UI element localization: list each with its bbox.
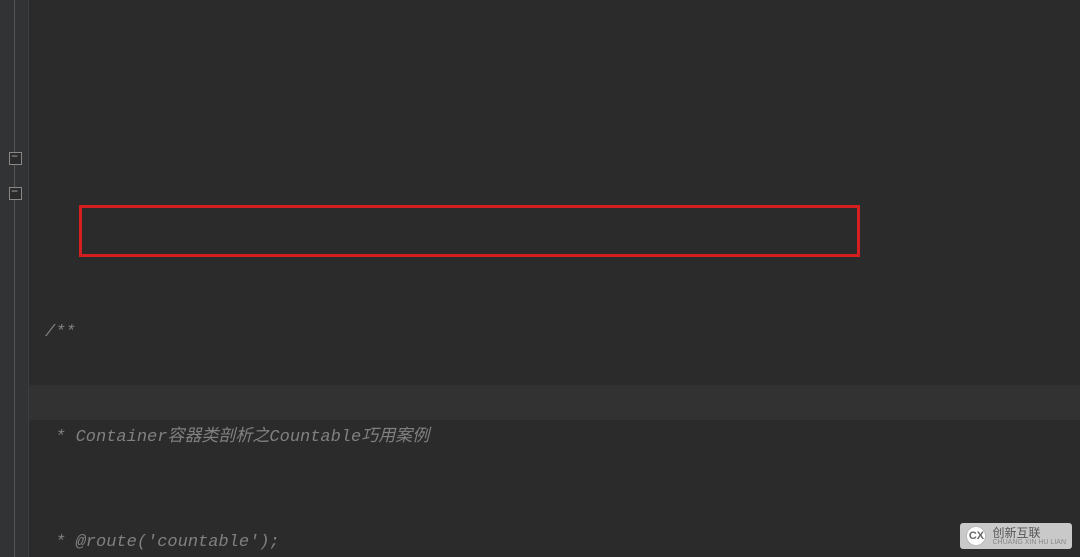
- annotation-box: [79, 205, 860, 257]
- comment-block-start: /**: [45, 323, 76, 342]
- current-line-highlight: [29, 385, 1080, 420]
- comment-annotation: * @route('countable');: [45, 533, 280, 552]
- code-editor[interactable]: /** * Container容器类剖析之Countable巧用案例 * @ro…: [0, 0, 1080, 557]
- fold-marker-icon[interactable]: [9, 187, 22, 200]
- code-area[interactable]: /** * Container容器类剖析之Countable巧用案例 * @ro…: [29, 0, 1080, 557]
- watermark: CX 创新互联 CHUANG XIN HU LIAN: [960, 523, 1072, 549]
- gutter: [0, 0, 29, 557]
- watermark-sub: CHUANG XIN HU LIAN: [992, 539, 1066, 546]
- watermark-logo-icon: CX: [966, 526, 986, 546]
- comment-text: * Container容器类剖析之Countable巧用案例: [45, 428, 429, 447]
- fold-marker-icon[interactable]: [9, 152, 22, 165]
- watermark-brand: 创新互联: [992, 527, 1066, 539]
